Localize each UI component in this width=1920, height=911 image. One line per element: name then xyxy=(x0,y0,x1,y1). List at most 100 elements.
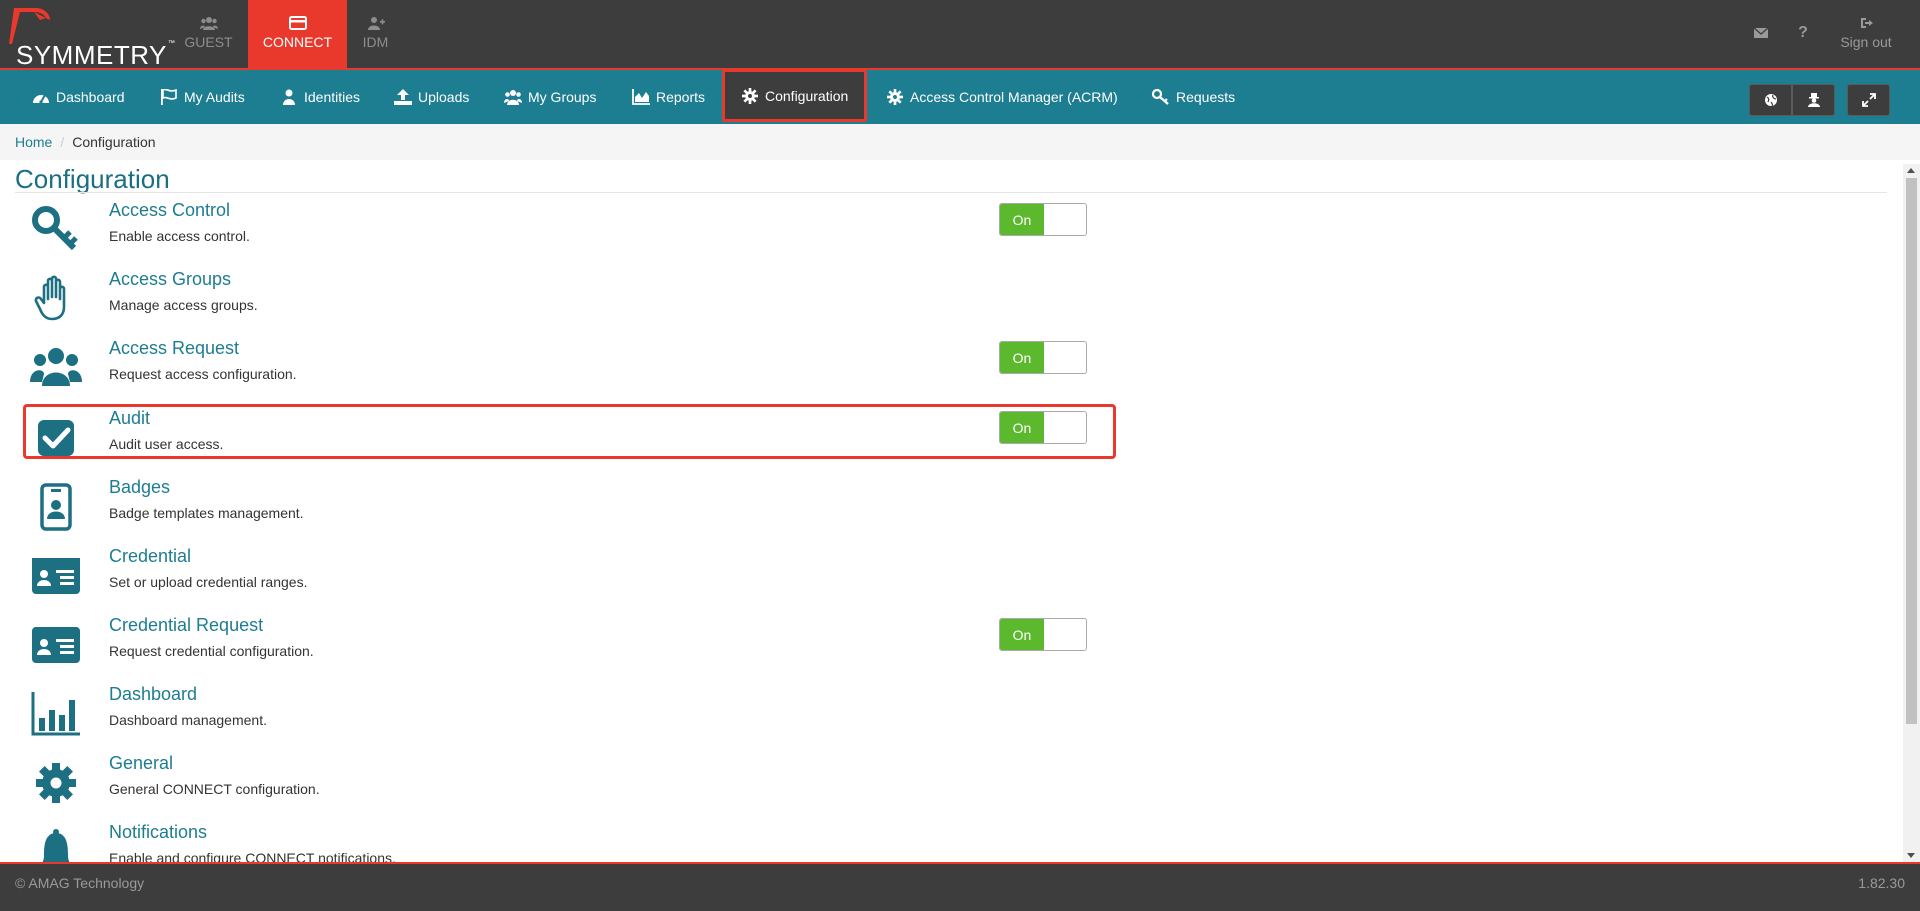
toggle-on-label: On xyxy=(1000,342,1044,373)
nav-item-label: Reports xyxy=(656,89,706,105)
config-item-title[interactable]: Access Request xyxy=(109,338,239,359)
app-tab-label: CONNECT xyxy=(262,34,333,50)
fullscreen-button[interactable] xyxy=(1847,84,1890,116)
top-bar: SYMMETRY™ GUEST CONNECT IDM ? Sign out xyxy=(0,0,1920,70)
config-item-access-groups[interactable]: Access Groups Manage access groups. xyxy=(0,267,1120,336)
config-item-title[interactable]: Notifications xyxy=(109,822,207,843)
footer: © AMAG Technology 1.82.30 xyxy=(0,862,1920,911)
breadcrumb-home-link[interactable]: Home xyxy=(15,134,52,150)
globe-button[interactable] xyxy=(1749,84,1792,116)
badge-icon xyxy=(40,483,72,531)
config-item-credential[interactable]: Credential Set or upload credential rang… xyxy=(0,544,1120,613)
dashboard-icon xyxy=(33,94,49,104)
gear-icon xyxy=(887,89,903,105)
config-item-access-control[interactable]: Access Control Enable access control. On xyxy=(0,198,1120,267)
title-divider xyxy=(15,192,1887,193)
app-tab-idm[interactable]: IDM xyxy=(326,0,425,70)
globe-icon xyxy=(1764,94,1777,107)
breadcrumb: Home / Configuration xyxy=(0,124,1920,160)
help-icon[interactable]: ? xyxy=(1794,24,1812,42)
gear-icon xyxy=(36,763,76,803)
nav-item-uploads[interactable]: Uploads xyxy=(394,70,469,124)
content-scrollbar[interactable] xyxy=(1903,164,1920,862)
config-item-description: Enable and configure CONNECT notificatio… xyxy=(109,850,396,862)
hand-icon xyxy=(34,275,66,321)
expand-icon xyxy=(1861,93,1876,107)
nav-item-identities[interactable]: Identities xyxy=(280,70,360,124)
user-secret-button[interactable] xyxy=(1792,84,1835,116)
sign-out-button[interactable]: Sign out xyxy=(1836,16,1896,50)
user-plus-icon xyxy=(367,17,385,30)
app-tab-label: IDM xyxy=(362,34,389,50)
version-text: 1.82.30 xyxy=(1858,875,1905,891)
config-item-description: Request access configuration. xyxy=(109,366,297,382)
nav-item-dashboard[interactable]: Dashboard xyxy=(32,70,125,124)
page-title: Configuration xyxy=(15,164,170,194)
envelope-icon[interactable] xyxy=(1752,26,1770,44)
nav-item-reports[interactable]: Reports xyxy=(632,70,705,124)
config-item-description: General CONNECT configuration. xyxy=(109,781,320,797)
nav-item-my-groups[interactable]: My Groups xyxy=(504,70,596,124)
config-item-description: Badge templates management. xyxy=(109,505,304,521)
config-item-title[interactable]: Access Control xyxy=(109,200,230,221)
id-card-icon xyxy=(32,558,80,594)
main-nav: Dashboard My Audits Identities Uploads M… xyxy=(0,70,1920,124)
config-item-description: Dashboard management. xyxy=(109,712,267,728)
config-item-general[interactable]: General General CONNECT configuration. xyxy=(0,751,1120,820)
nav-item-my-audits[interactable]: My Audits xyxy=(160,70,245,124)
nav-item-label: Access Control Manager (ACRM) xyxy=(910,89,1118,105)
config-list-panel: Configuration Access Control Enable acce… xyxy=(0,160,1920,862)
config-item-notifications[interactable]: Notifications Enable and configure CONNE… xyxy=(0,820,1120,862)
scroll-up-arrow-icon[interactable] xyxy=(1907,168,1915,173)
sign-out-icon xyxy=(1861,18,1873,28)
area-chart-icon xyxy=(632,89,650,105)
access-request-toggle[interactable]: On xyxy=(999,341,1087,374)
nav-item-configuration[interactable]: Configuration xyxy=(722,70,868,122)
nav-item-label: Uploads xyxy=(418,89,470,105)
config-item-title[interactable]: Badges xyxy=(109,477,170,498)
nav-item-label: Requests xyxy=(1176,89,1236,105)
credit-card-icon xyxy=(288,16,307,30)
nav-item-label: Identities xyxy=(304,89,361,105)
nav-item-label: My Groups xyxy=(528,89,597,105)
nav-item-label: Dashboard xyxy=(56,89,125,105)
config-item-description: Manage access groups. xyxy=(109,297,258,313)
config-item-description: Set or upload credential ranges. xyxy=(109,574,308,590)
config-item-badges[interactable]: Badges Badge templates management. xyxy=(0,475,1120,544)
credential-request-toggle[interactable]: On xyxy=(999,618,1087,651)
copyright-text: © AMAG Technology xyxy=(15,875,145,891)
bell-icon xyxy=(42,829,70,862)
logo-text: SYMMETRY™ xyxy=(16,40,176,70)
app-tab-label: GUEST xyxy=(184,34,233,50)
config-item-access-request[interactable]: Access Request Request access configurat… xyxy=(0,336,1120,405)
breadcrumb-separator: / xyxy=(60,134,65,150)
config-item-title[interactable]: Credential Request xyxy=(109,615,263,636)
access-control-toggle[interactable]: On xyxy=(999,203,1087,236)
bar-chart-icon xyxy=(31,692,80,736)
nav-item-label: Configuration xyxy=(765,87,849,104)
user-secret-icon xyxy=(1807,93,1820,107)
scrollbar-thumb[interactable] xyxy=(1906,178,1917,724)
config-item-dashboard[interactable]: Dashboard Dashboard management. xyxy=(0,682,1120,751)
nav-item-requests[interactable]: Requests xyxy=(1152,70,1235,124)
symmetry-logo[interactable]: SYMMETRY™ xyxy=(6,6,175,70)
key-icon xyxy=(32,206,78,251)
group-icon xyxy=(504,90,522,105)
config-item-description: Enable access control. xyxy=(109,228,250,244)
config-item-description: Request credential configuration. xyxy=(109,643,314,659)
breadcrumb-current: Configuration xyxy=(72,134,156,150)
flag-icon xyxy=(161,89,177,105)
app-tab-guest[interactable]: GUEST xyxy=(159,0,258,70)
nav-item-acrm[interactable]: Access Control Manager (ACRM) xyxy=(886,70,1118,124)
config-item-title[interactable]: Dashboard xyxy=(109,684,197,705)
sign-out-label: Sign out xyxy=(1840,34,1892,50)
config-item-title[interactable]: Access Groups xyxy=(109,269,231,290)
gear-icon xyxy=(742,87,758,104)
config-item-credential-request[interactable]: Credential Request Request credential co… xyxy=(0,613,1120,682)
nav-item-label: My Audits xyxy=(184,89,245,105)
config-item-title[interactable]: Credential xyxy=(109,546,191,567)
config-item-title[interactable]: General xyxy=(109,753,173,774)
scroll-down-arrow-icon[interactable] xyxy=(1907,853,1915,858)
users-icon xyxy=(30,348,82,386)
upload-icon xyxy=(394,89,412,105)
